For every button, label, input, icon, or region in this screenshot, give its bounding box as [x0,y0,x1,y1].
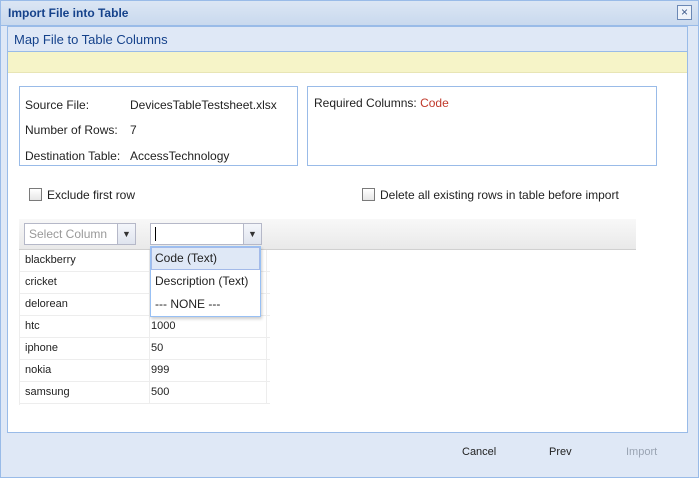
cell-col2: 1000 [150,316,267,337]
dialog-body: Map File to Table Columns Source File: D… [7,26,688,433]
import-dialog: Import File into Table × Map File to Tab… [0,0,699,478]
cancel-button[interactable]: Cancel [462,446,496,458]
column2-select[interactable]: ▼ [150,223,262,245]
column1-select[interactable]: Select Column ▼ [24,223,136,245]
rows-value: 7 [130,123,137,137]
required-columns-value: Code [420,96,449,110]
source-file-label: Source File: [25,98,90,112]
file-info-panel: Source File: DevicesTableTestsheet.xlsx … [19,86,298,166]
column2-dropdown-list: Code (Text) Description (Text) --- NONE … [150,246,261,317]
table-row[interactable]: htc 1000 [19,316,270,338]
exclude-first-row-option[interactable]: Exclude first row [29,188,135,202]
dialog-footer: Cancel Prev Import [1,433,698,477]
section-title: Map File to Table Columns [14,32,168,47]
dialog-title: Import File into Table [8,6,129,20]
cell-col1: delorean [19,294,150,315]
dropdown-option-code[interactable]: Code (Text) [151,247,260,270]
chevron-down-icon[interactable]: ▼ [243,224,261,244]
required-columns: Required Columns: Code [314,96,449,110]
table-row[interactable]: samsung 500 [19,382,270,404]
source-file-value: DevicesTableTestsheet.xlsx [130,98,277,112]
table-row[interactable]: nokia 999 [19,360,270,382]
dropdown-option-none[interactable]: --- NONE --- [151,293,260,316]
dialog-titlebar: Import File into Table × [1,1,698,26]
prev-button[interactable]: Prev [549,446,572,458]
column1-placeholder: Select Column [29,227,108,241]
destination-value: AccessTechnology [130,149,230,163]
table-row[interactable]: iphone 50 [19,338,270,360]
import-button[interactable]: Import [626,446,657,458]
cell-col1: htc [19,316,150,337]
chevron-down-icon[interactable]: ▼ [117,224,135,244]
close-icon[interactable]: × [677,5,692,20]
cell-col1: samsung [19,382,150,403]
delete-rows-label: Delete all existing rows in table before… [380,188,619,202]
destination-label: Destination Table: [25,149,121,163]
required-columns-panel: Required Columns: Code [307,86,657,166]
text-cursor [155,227,156,241]
cell-col1: blackberry [19,250,150,271]
section-header: Map File to Table Columns [8,27,687,52]
cell-col1: nokia [19,360,150,381]
cell-col2: 50 [150,338,267,359]
dropdown-option-description[interactable]: Description (Text) [151,270,260,293]
cell-col1: iphone [19,338,150,359]
checkbox-icon[interactable] [29,188,42,201]
grid-header: Select Column ▼ ▼ [19,219,636,250]
checkbox-icon[interactable] [362,188,375,201]
message-bar [8,52,687,73]
cell-col1: cricket [19,272,150,293]
required-columns-label: Required Columns: [314,96,417,110]
exclude-first-row-label: Exclude first row [47,188,136,202]
cell-col2: 999 [150,360,267,381]
delete-rows-option[interactable]: Delete all existing rows in table before… [362,188,619,202]
rows-label: Number of Rows: [25,123,118,137]
cell-col2: 500 [150,382,267,403]
